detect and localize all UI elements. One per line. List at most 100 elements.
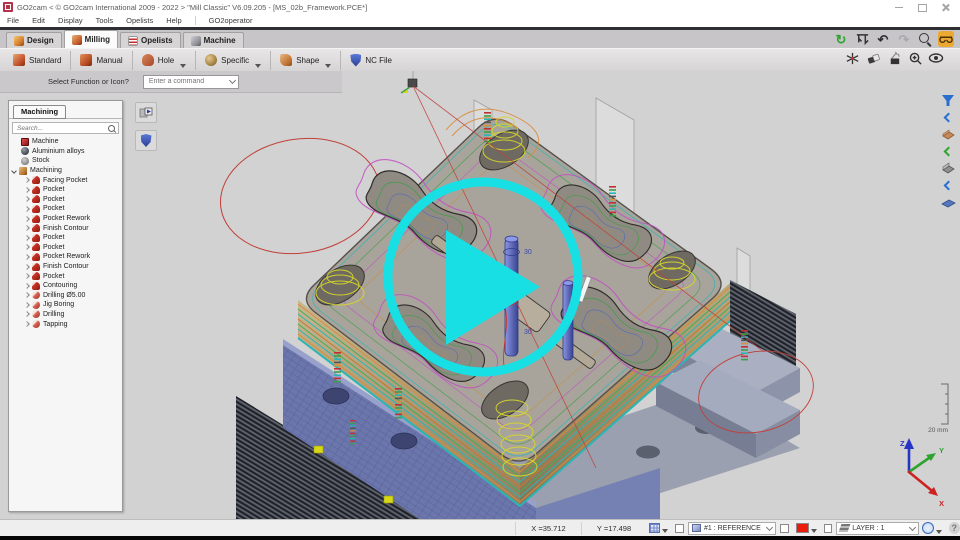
- specific-button[interactable]: Specific: [196, 50, 270, 71]
- menu-go2operator[interactable]: GO2operator: [209, 16, 253, 25]
- viewport-3d-scene[interactable]: 30 30 20 mm Z Y X: [130, 71, 960, 519]
- expander-expanded-icon[interactable]: [11, 168, 17, 174]
- collapse-green-icon[interactable]: [940, 144, 956, 158]
- grid-snap-button[interactable]: [649, 523, 668, 533]
- undo-icon[interactable]: ↶: [875, 31, 891, 47]
- expander-icon[interactable]: [24, 312, 30, 318]
- stock-solid-icon[interactable]: [940, 161, 956, 175]
- menu-tools[interactable]: Tools: [96, 16, 114, 25]
- hole-dropdown-icon[interactable]: [180, 64, 186, 68]
- mill-op-icon: [32, 215, 40, 223]
- minimize-button[interactable]: [895, 3, 904, 12]
- expander-icon[interactable]: [24, 197, 30, 203]
- expander-icon[interactable]: [24, 292, 30, 298]
- tree-item-op[interactable]: Pocket: [9, 204, 122, 214]
- eraser-icon[interactable]: [865, 50, 881, 66]
- tab-machining-panel[interactable]: Machining: [13, 105, 66, 119]
- menu-opelists[interactable]: Opelists: [126, 16, 153, 25]
- eye-icon[interactable]: [928, 50, 944, 66]
- tree-item-op[interactable]: Pocket: [9, 185, 122, 195]
- tree-item-op[interactable]: Finish Contour: [9, 262, 122, 272]
- expander-icon[interactable]: [24, 273, 30, 279]
- expander-icon[interactable]: [24, 321, 30, 327]
- tab-milling[interactable]: Milling: [64, 30, 118, 48]
- nc-shield-button[interactable]: [135, 130, 157, 151]
- shape-button[interactable]: Shape: [271, 50, 340, 71]
- maximize-button[interactable]: [918, 3, 927, 12]
- expander-icon[interactable]: [24, 225, 30, 231]
- tree-item-machine[interactable]: Machine: [9, 137, 122, 147]
- command-combobox[interactable]: [143, 75, 239, 89]
- specific-dropdown-icon[interactable]: [255, 64, 261, 68]
- shape-dropdown-icon[interactable]: [325, 64, 331, 68]
- search-input[interactable]: [15, 124, 101, 133]
- tab-machine[interactable]: Machine: [183, 32, 244, 48]
- color-picker-button[interactable]: [796, 523, 817, 533]
- close-button[interactable]: [941, 3, 950, 12]
- tree-item-machining[interactable]: Machining: [9, 166, 122, 176]
- tree-item-op[interactable]: Finish Contour: [9, 223, 122, 233]
- view-globe-button[interactable]: [922, 522, 942, 534]
- paint-bucket-icon[interactable]: [886, 50, 902, 66]
- tree-search-box[interactable]: [12, 122, 119, 134]
- expander-icon[interactable]: [24, 235, 30, 241]
- collapse-icon[interactable]: [940, 110, 956, 124]
- menu-help[interactable]: Help: [166, 16, 181, 25]
- tree-item-op[interactable]: Pocket: [9, 233, 122, 243]
- zoom-icon[interactable]: [917, 31, 933, 47]
- filter-icon[interactable]: [940, 93, 956, 107]
- layer-combobox[interactable]: LAYER : 1: [836, 522, 918, 535]
- tree-item-op[interactable]: Facing Pocket: [9, 175, 122, 185]
- glasses-icon[interactable]: [938, 31, 954, 47]
- tree-item-op[interactable]: Contouring: [9, 281, 122, 291]
- tree-item-op[interactable]: Tapping: [9, 319, 122, 329]
- simulation-button[interactable]: [135, 102, 157, 123]
- tree-item-material[interactable]: Aluminium alloys: [9, 147, 122, 157]
- expander-icon[interactable]: [24, 302, 30, 308]
- plane-solid-icon[interactable]: [940, 195, 956, 209]
- chevron-down-icon[interactable]: [229, 77, 236, 84]
- mill-op-icon: [32, 176, 40, 184]
- layer-checkbox[interactable]: [824, 524, 833, 533]
- caliper-icon[interactable]: [854, 31, 870, 47]
- nc-file-button[interactable]: NC File: [341, 50, 401, 71]
- expander-icon[interactable]: [24, 187, 30, 193]
- collapse2-icon[interactable]: [940, 178, 956, 192]
- tab-opelists[interactable]: Opelists: [120, 32, 181, 48]
- expander-icon[interactable]: [24, 283, 30, 289]
- menu-display[interactable]: Display: [58, 16, 83, 25]
- menu-file[interactable]: File: [7, 16, 19, 25]
- command-input[interactable]: [147, 77, 225, 86]
- expander-icon[interactable]: [24, 264, 30, 270]
- expander-icon[interactable]: [24, 206, 30, 212]
- tool-axis-icon[interactable]: [844, 50, 860, 66]
- help-button[interactable]: ?: [949, 522, 960, 534]
- tree-item-stock[interactable]: Stock: [9, 156, 122, 166]
- expander-icon[interactable]: [24, 244, 30, 250]
- redo-icon[interactable]: ↷: [896, 31, 912, 47]
- menu-edit[interactable]: Edit: [32, 16, 45, 25]
- tree-item-op[interactable]: Pocket: [9, 195, 122, 205]
- zoom-region-icon[interactable]: [907, 50, 923, 66]
- chevron-down-icon[interactable]: [909, 523, 916, 530]
- reference-checkbox[interactable]: [675, 524, 684, 533]
- manual-button[interactable]: Manual: [71, 50, 131, 71]
- chevron-down-icon[interactable]: [766, 523, 773, 530]
- tree-item-op[interactable]: Drilling Ø5.00: [9, 291, 122, 301]
- tree-item-op[interactable]: Pocket: [9, 271, 122, 281]
- expander-icon[interactable]: [24, 177, 30, 183]
- part-solid-icon[interactable]: [940, 127, 956, 141]
- hole-button[interactable]: Hole: [133, 50, 195, 71]
- reference-combobox[interactable]: #1 : REFERENCE: [688, 522, 776, 535]
- expander-icon[interactable]: [24, 216, 30, 222]
- tree-item-op[interactable]: Pocket: [9, 243, 122, 253]
- refresh-icon[interactable]: ↻: [833, 31, 849, 47]
- tree-item-op[interactable]: Drilling: [9, 310, 122, 320]
- standard-button[interactable]: Standard: [4, 50, 70, 71]
- tab-design[interactable]: Design: [6, 32, 62, 48]
- tree-item-op[interactable]: Jig Boring: [9, 300, 122, 310]
- expander-icon[interactable]: [24, 254, 30, 260]
- tree-item-op[interactable]: Pocket Rework: [9, 214, 122, 224]
- color-checkbox[interactable]: [780, 524, 789, 533]
- tree-item-op[interactable]: Pocket Rework: [9, 252, 122, 262]
